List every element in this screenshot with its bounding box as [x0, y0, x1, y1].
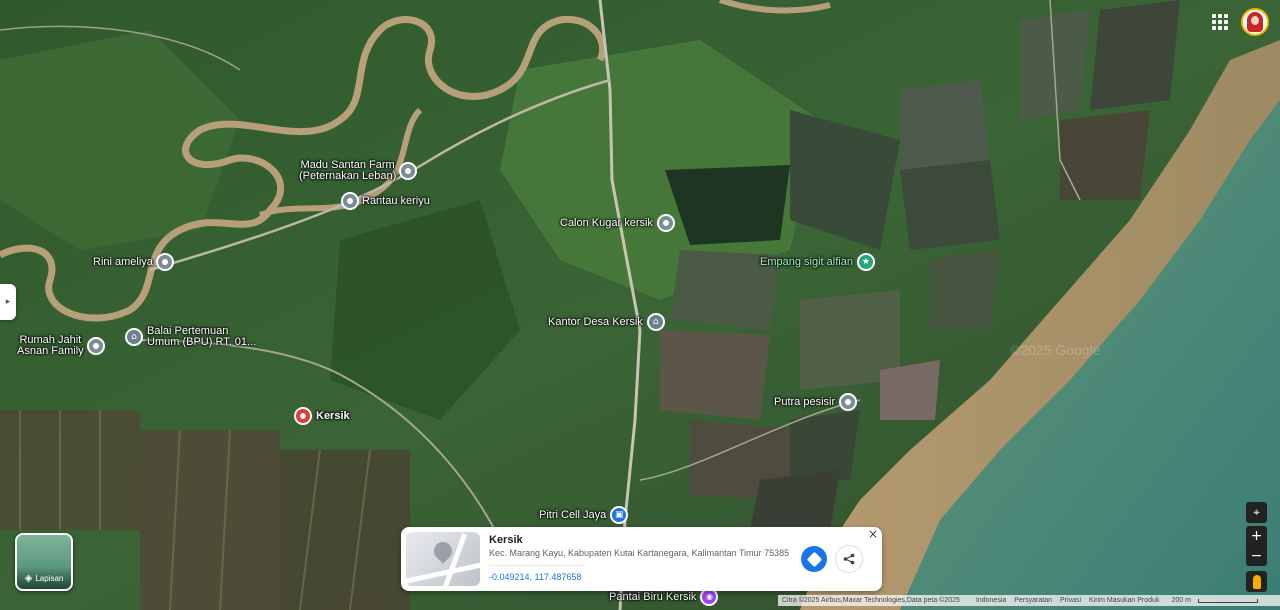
directions-button[interactable]	[801, 546, 827, 572]
divider	[489, 565, 584, 566]
place-putra-pesisir[interactable]: Putra pesisir	[774, 393, 858, 411]
place-thumbnail[interactable]	[406, 532, 480, 586]
place-label: Kantor Desa Kersik	[548, 315, 643, 328]
red-pin-icon	[294, 407, 312, 425]
place-madu-santan-farm[interactable]: Madu Santan Farm (Peternakan Leban)	[299, 159, 418, 182]
place-rumah-jahit[interactable]: Rumah Jahit Asnan Family	[17, 335, 105, 357]
place-label: Putra pesisir	[774, 395, 836, 408]
layers-button[interactable]: ◈ Lapisan	[15, 533, 73, 591]
place-rantau-keriyu[interactable]: Rantau keriyu	[341, 192, 430, 210]
place-label: Rumah Jahit Asnan Family	[17, 334, 84, 357]
feedback-link[interactable]: Kirim Masukan Produk	[1085, 597, 1163, 604]
place-coordinates[interactable]: -0.049214, 117.487658	[489, 572, 581, 582]
place-kantor-desa[interactable]: ⌂ Kantor Desa Kersik	[548, 313, 665, 331]
pin-icon	[341, 192, 359, 210]
terms-link[interactable]: Persyaratan	[1010, 597, 1056, 604]
place-balai-pertemuan[interactable]: ⌂ Balai Pertemuan Umum (BPU) RT. 01...	[125, 326, 256, 348]
expand-side-panel-button[interactable]: ▸	[0, 284, 16, 320]
layers-label: Lapisan	[35, 573, 64, 583]
place-pitri-cell[interactable]: ▣ Pitri Cell Jaya	[539, 506, 629, 524]
map-watermark: ©2025 Google	[1010, 342, 1101, 358]
directions-icon	[806, 551, 822, 567]
chevron-right-icon: ▸	[5, 297, 11, 307]
my-location-button[interactable]: ⌖	[1246, 502, 1267, 523]
building-icon: ⌂	[125, 328, 143, 346]
place-label: Pitri Cell Jaya	[539, 508, 607, 521]
place-label: Pantai Biru Kersik	[609, 590, 697, 603]
account-avatar[interactable]	[1241, 8, 1269, 36]
place-info-card[interactable]: Kersik Kec. Marang Kayu, Kabupaten Kutai…	[401, 527, 882, 591]
place-calon-kugar[interactable]: Calon Kugar kersik	[560, 214, 675, 232]
pin-icon	[155, 253, 174, 271]
place-rini-ameliya[interactable]: Rini ameliya	[93, 253, 174, 271]
zoom-out-button[interactable]: −	[1246, 546, 1267, 566]
place-label: Balai Pertemuan Umum (BPU) RT. 01...	[147, 325, 257, 348]
crosshair-icon: ⌖	[1253, 505, 1260, 519]
plus-icon: +	[1250, 528, 1263, 544]
share-button[interactable]	[835, 545, 863, 573]
layers-icon: ◈	[24, 572, 33, 584]
satellite-map[interactable]: ©2025 Google	[0, 0, 1280, 610]
pin-icon	[656, 214, 675, 232]
close-card-button[interactable]: ×	[867, 528, 879, 540]
place-kersik[interactable]: Kersik	[294, 407, 350, 425]
place-empang-sigit[interactable]: ★ Empang sigit alfian	[760, 253, 875, 271]
apps-grid-icon[interactable]	[1210, 12, 1230, 32]
pin-icon	[839, 393, 858, 411]
place-label: Rantau keriyu	[362, 194, 430, 207]
place-label: Rini ameliya	[93, 255, 153, 268]
place-label: Madu Santan Farm (Peternakan Leban)	[299, 159, 397, 182]
place-address: Kec. Marang Kayu, Kabupaten Kutai Kartan…	[489, 548, 790, 558]
shopping-bag-icon: ▣	[610, 506, 629, 524]
star-icon: ★	[856, 253, 875, 271]
pin-icon	[86, 337, 105, 355]
zoom-in-button[interactable]: +	[1246, 526, 1267, 546]
pegman-icon	[1252, 574, 1261, 589]
satellite-imagery	[0, 0, 1280, 610]
privacy-link[interactable]: Privasi	[1056, 597, 1085, 604]
place-label: Calon Kugar kersik	[560, 216, 653, 229]
imagery-credit: Citra ©2025 Airbus,Maxar Technologies,Da…	[782, 597, 960, 604]
place-label: Kersik	[316, 409, 350, 422]
country-link[interactable]: Indonesia	[972, 597, 1010, 604]
share-icon	[843, 553, 855, 565]
minus-icon: −	[1250, 548, 1263, 564]
place-label: Empang sigit alfian	[760, 255, 853, 268]
pin-icon	[399, 162, 418, 180]
scale-bar[interactable]: 200 m	[1163, 597, 1261, 604]
attribution-bar: Citra ©2025 Airbus,Maxar Technologies,Da…	[778, 595, 1280, 606]
avatar-icon	[1247, 12, 1263, 32]
place-name[interactable]: Kersik	[489, 534, 523, 546]
building-icon: ⌂	[646, 313, 665, 331]
street-view-pegman-button[interactable]	[1246, 571, 1267, 592]
